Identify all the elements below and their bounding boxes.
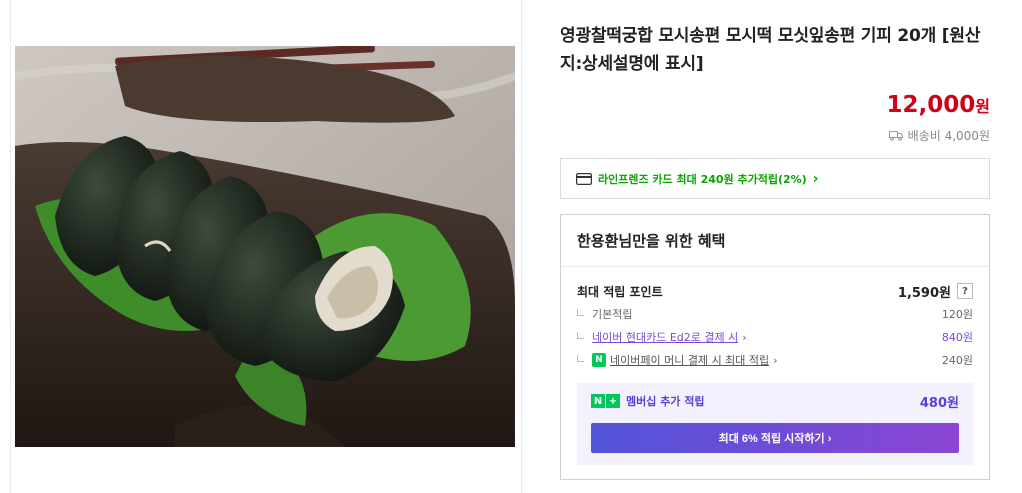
points-row-label: 기본적립 bbox=[592, 308, 633, 321]
max-points-row: 최대 적립 포인트 1,590원 ? bbox=[577, 281, 973, 301]
points-row-value: 240원 bbox=[941, 354, 973, 367]
membership-label-wrap: N + 멤버십 추가 적립 bbox=[591, 393, 705, 409]
divider bbox=[10, 0, 11, 493]
points-row-value: 120원 bbox=[941, 308, 973, 321]
truck-icon bbox=[888, 130, 903, 141]
points-row-basic: 기본적립 120원 bbox=[577, 305, 973, 323]
chevron-right-icon: › bbox=[812, 170, 819, 187]
max-points-value: 1,590원 bbox=[897, 285, 951, 301]
chevron-right-icon: › bbox=[742, 330, 747, 344]
card-benefit-text: 라인프렌즈 카드 최대 240원 추가적립(2%) bbox=[598, 172, 807, 186]
shipping-text: 배송비 4,000원 bbox=[907, 129, 990, 143]
max-points-label: 최대 적립 포인트 bbox=[577, 284, 663, 299]
membership-row: N + 멤버십 추가 적립 480원 bbox=[591, 383, 959, 419]
price: 12,000원 bbox=[887, 92, 991, 118]
membership-panel: N + 멤버십 추가 적립 480원 최대 6% 적립 시작하기 › bbox=[577, 383, 973, 465]
points-row-basic-label-wrap: 기본적립 bbox=[577, 306, 632, 322]
help-button[interactable]: ? bbox=[957, 283, 973, 299]
tree-branch-icon bbox=[577, 354, 584, 362]
product-title: 영광찰떡궁합 모시송편 모시떡 모싯잎송편 기피 20개 [원산지:상세설명에 … bbox=[560, 26, 981, 74]
chevron-right-icon: › bbox=[773, 353, 778, 367]
tree-branch-icon bbox=[577, 308, 584, 316]
membership-label: 멤버십 추가 적립 bbox=[626, 395, 705, 408]
rice-cake-illustration bbox=[15, 46, 515, 447]
naver-plus-icon: N + bbox=[591, 394, 620, 408]
npay-money-link[interactable]: 네이버페이 머니 결제 시 최대 적립 bbox=[610, 352, 769, 368]
hyundai-card-link[interactable]: 네이버 현대카드 Ed2로 결제 시 bbox=[592, 329, 738, 345]
points-row-npay-label-wrap: N 네이버페이 머니 결제 시 최대 적립 › bbox=[577, 352, 778, 368]
card-benefit-banner[interactable]: 라인프렌즈 카드 최대 240원 추가적립(2%) › bbox=[560, 158, 990, 199]
credit-card-icon bbox=[576, 172, 592, 185]
naver-n-icon: N bbox=[591, 394, 605, 408]
points-row-npay-money: N 네이버페이 머니 결제 시 최대 적립 › 240원 bbox=[577, 351, 973, 369]
max-points-value-wrap: 1,590원 ? bbox=[898, 282, 973, 301]
price-amount: 12,000 bbox=[886, 92, 976, 118]
member-benefit-box: 한용환님만을 위한 혜택 최대 적립 포인트 1,590원 ? 기본적립 120… bbox=[560, 214, 990, 480]
benefit-heading: 한용환님만을 위한 혜택 bbox=[561, 215, 989, 267]
plus-icon: + bbox=[606, 394, 620, 408]
membership-value: 480원 bbox=[919, 395, 959, 411]
price-unit: 원 bbox=[975, 97, 990, 116]
tree-branch-icon bbox=[577, 331, 584, 339]
points-row-hyundai-label-wrap: 네이버 현대카드 Ed2로 결제 시 › bbox=[577, 329, 747, 345]
product-photo[interactable] bbox=[15, 46, 515, 447]
points-row-hyundai-card: 네이버 현대카드 Ed2로 결제 시 › 840원 bbox=[577, 328, 973, 346]
shipping-fee: 배송비 4,000원 bbox=[888, 127, 990, 144]
start-membership-button[interactable]: 최대 6% 적립 시작하기 › bbox=[591, 423, 959, 453]
naver-pay-icon: N bbox=[592, 353, 606, 367]
product-image-panel bbox=[0, 0, 522, 493]
points-row-value: 840원 bbox=[941, 331, 973, 344]
